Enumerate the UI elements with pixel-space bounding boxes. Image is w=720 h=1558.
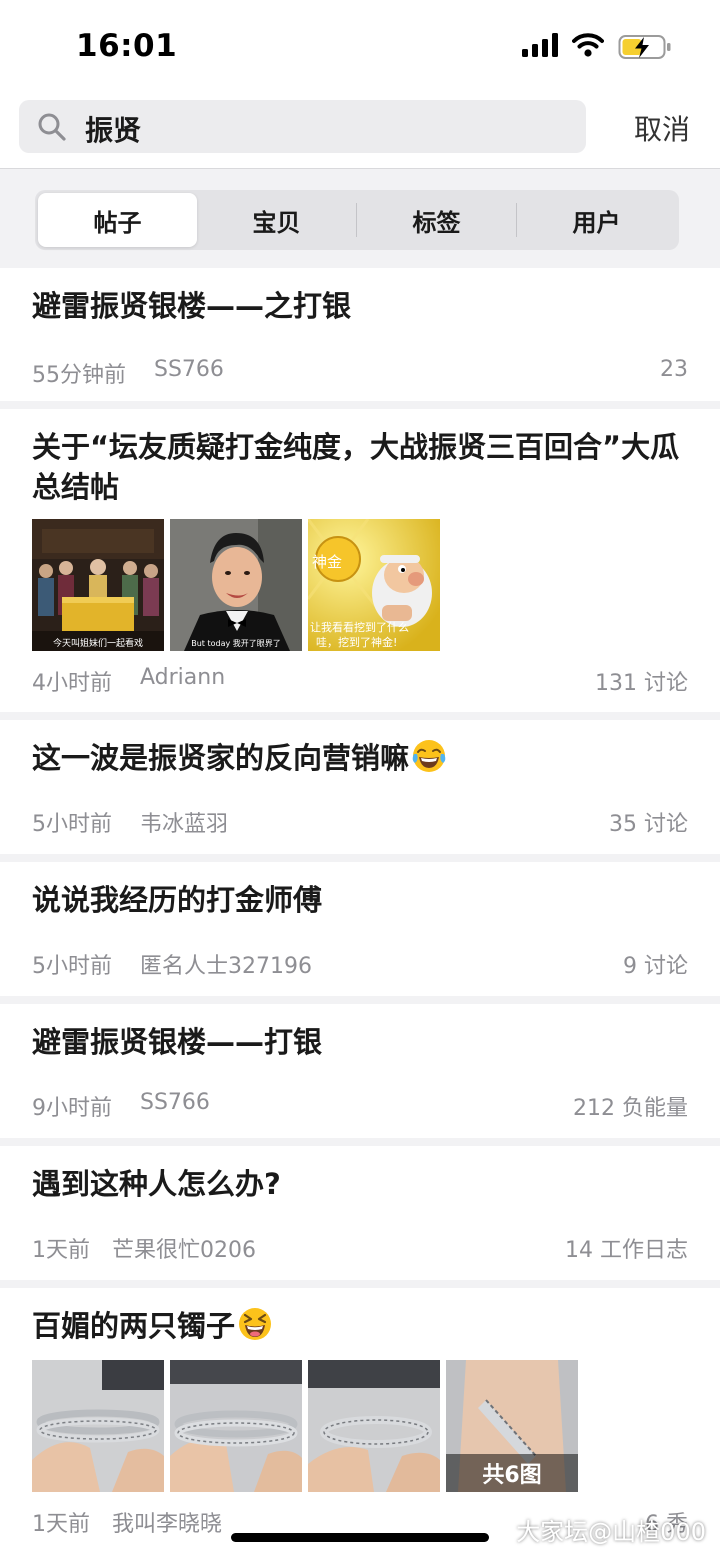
- post-time: 1天前: [32, 1512, 90, 1537]
- post-title-text: 百媚的两只镯子: [32, 1309, 236, 1343]
- tab-posts[interactable]: 帖子: [38, 193, 197, 247]
- thumbnail-man-meme[interactable]: But today 我开了眼界了: [170, 519, 302, 651]
- cancel-button[interactable]: 取消: [634, 108, 690, 148]
- thumbnail-caption: 神金: [312, 553, 342, 571]
- post-title: 百媚的两只镯子: [32, 1306, 688, 1346]
- post-title: 遇到这种人怎么办?: [32, 1167, 281, 1201]
- post-thumbnails: 今天叫姐妹们一起看戏 But today 我开了眼界了 神金 让我看看挖到了什么…: [32, 519, 688, 651]
- thumbnail-caption: 今天叫姐妹们一起看戏: [53, 637, 143, 649]
- post-category: 131 讨论: [595, 671, 688, 696]
- watermark: 大家坛@山楂000: [516, 1518, 706, 1546]
- post-author[interactable]: SS766: [140, 1090, 210, 1115]
- post-meta: 4小时前 Adriann 131 讨论: [32, 665, 688, 701]
- post-item[interactable]: 这一波是振贤家的反向营销嘛 5小时前 韦冰蓝羽 35 讨论: [0, 720, 720, 854]
- thumbnail-caption: 让我看看挖到了什么: [310, 620, 409, 634]
- post-meta: 5小时前 匿名人士327196 9 讨论: [32, 948, 688, 984]
- post-thumbnails: 共6图: [32, 1360, 688, 1492]
- thumbnail-gold-meme[interactable]: 神金 让我看看挖到了什么 哇，挖到了神金!: [308, 519, 440, 651]
- status-bar: 16:01: [0, 0, 720, 95]
- post-title: 关于“坛友质疑打金纯度，大战振贤三百回合”大瓜总结帖: [32, 430, 680, 504]
- post-title: 这一波是振贤家的反向营销嘛: [32, 738, 688, 778]
- post-meta: 9小时前 SS766 212 负能量: [32, 1090, 688, 1126]
- post-title-text: 这一波是振贤家的反向营销嘛: [32, 741, 410, 775]
- battery-charging-icon: [618, 33, 672, 61]
- post-category: 14 工作日志: [565, 1238, 688, 1263]
- thumbnail-bangle-photo[interactable]: [308, 1360, 440, 1492]
- grin-squint-emoji-icon: [237, 1306, 273, 1342]
- search-icon: [37, 112, 67, 146]
- post-category: 9 讨论: [623, 954, 688, 979]
- post-meta: 1天前 芒果很忙0206 14 工作日志: [32, 1232, 688, 1268]
- post-author[interactable]: 我叫李晓晓: [112, 1506, 222, 1538]
- post-author[interactable]: 匿名人士327196: [140, 948, 312, 980]
- thumbnail-caption: 哇，挖到了神金!: [316, 635, 397, 649]
- post-time: 5小时前: [32, 812, 112, 837]
- status-time: 16:01: [76, 28, 178, 64]
- thumbnail-bangle-photo[interactable]: [32, 1360, 164, 1492]
- post-item[interactable]: 说说我经历的打金师傅 5小时前 匿名人士327196 9 讨论: [0, 862, 720, 996]
- thumbnail-drama-scene[interactable]: 今天叫姐妹们一起看戏: [32, 519, 164, 651]
- cellular-signal-icon: [522, 33, 558, 61]
- wifi-icon: [572, 33, 604, 61]
- post-reply-count: 23: [660, 357, 688, 382]
- post-time: 4小时前: [32, 671, 112, 696]
- post-title: 避雷振贤银楼——打银: [32, 1025, 323, 1059]
- post-time: 9小时前: [32, 1096, 112, 1121]
- post-category: 212 负能量: [573, 1096, 688, 1121]
- post-author[interactable]: 芒果很忙0206: [112, 1232, 256, 1264]
- home-indicator[interactable]: [231, 1533, 489, 1542]
- post-item[interactable]: 遇到这种人怎么办? 1天前 芒果很忙0206 14 工作日志: [0, 1146, 720, 1280]
- post-meta: 55分钟前 SS766 23: [32, 357, 688, 393]
- tab-tags[interactable]: 标签: [357, 193, 516, 247]
- post-time: 55分钟前: [32, 363, 126, 388]
- post-item[interactable]: 避雷振贤银楼——之打银 55分钟前 SS766 23: [0, 268, 720, 401]
- post-title: 避雷振贤银楼——之打银: [32, 289, 352, 323]
- thumbnail-bangle-wrist-photo[interactable]: 共6图: [446, 1360, 578, 1492]
- search-header: 振贤 取消: [0, 95, 720, 169]
- search-input[interactable]: 振贤: [19, 100, 586, 153]
- post-time: 1天前: [32, 1238, 90, 1263]
- post-title: 说说我经历的打金师傅: [32, 883, 323, 917]
- post-item[interactable]: 避雷振贤银楼——打银 9小时前 SS766 212 负能量: [0, 1004, 720, 1138]
- thumbnail-caption: But today 我开了眼界了: [191, 638, 281, 648]
- tab-users[interactable]: 用户: [517, 193, 676, 247]
- laugh-cry-emoji-icon: [411, 738, 447, 774]
- search-results-screen: 16:01 振贤 取消 帖子 宝贝 标签 用户 避雷振贤银楼——之打银 55分钟…: [0, 0, 720, 1558]
- status-icons: [522, 33, 672, 61]
- more-images-overlay: 共6图: [446, 1454, 578, 1492]
- post-meta: 5小时前 韦冰蓝羽 35 讨论: [32, 806, 688, 842]
- tab-items[interactable]: 宝贝: [197, 193, 356, 247]
- post-author[interactable]: SS766: [154, 357, 224, 382]
- post-item[interactable]: 关于“坛友质疑打金纯度，大战振贤三百回合”大瓜总结帖 今天叫姐妹们一起看戏 Bu…: [0, 409, 720, 712]
- result-type-tabs: 帖子 宝贝 标签 用户: [35, 190, 679, 250]
- post-list: 避雷振贤银楼——之打银 55分钟前 SS766 23 关于“坛友质疑打金纯度，大…: [0, 268, 720, 1558]
- post-time: 5小时前: [32, 954, 112, 979]
- post-author[interactable]: Adriann: [140, 665, 225, 690]
- search-query: 振贤: [85, 114, 142, 147]
- tabs-area: 帖子 宝贝 标签 用户: [0, 170, 720, 268]
- post-author[interactable]: 韦冰蓝羽: [140, 806, 228, 838]
- thumbnail-bangle-photo[interactable]: [170, 1360, 302, 1492]
- post-category: 35 讨论: [609, 812, 688, 837]
